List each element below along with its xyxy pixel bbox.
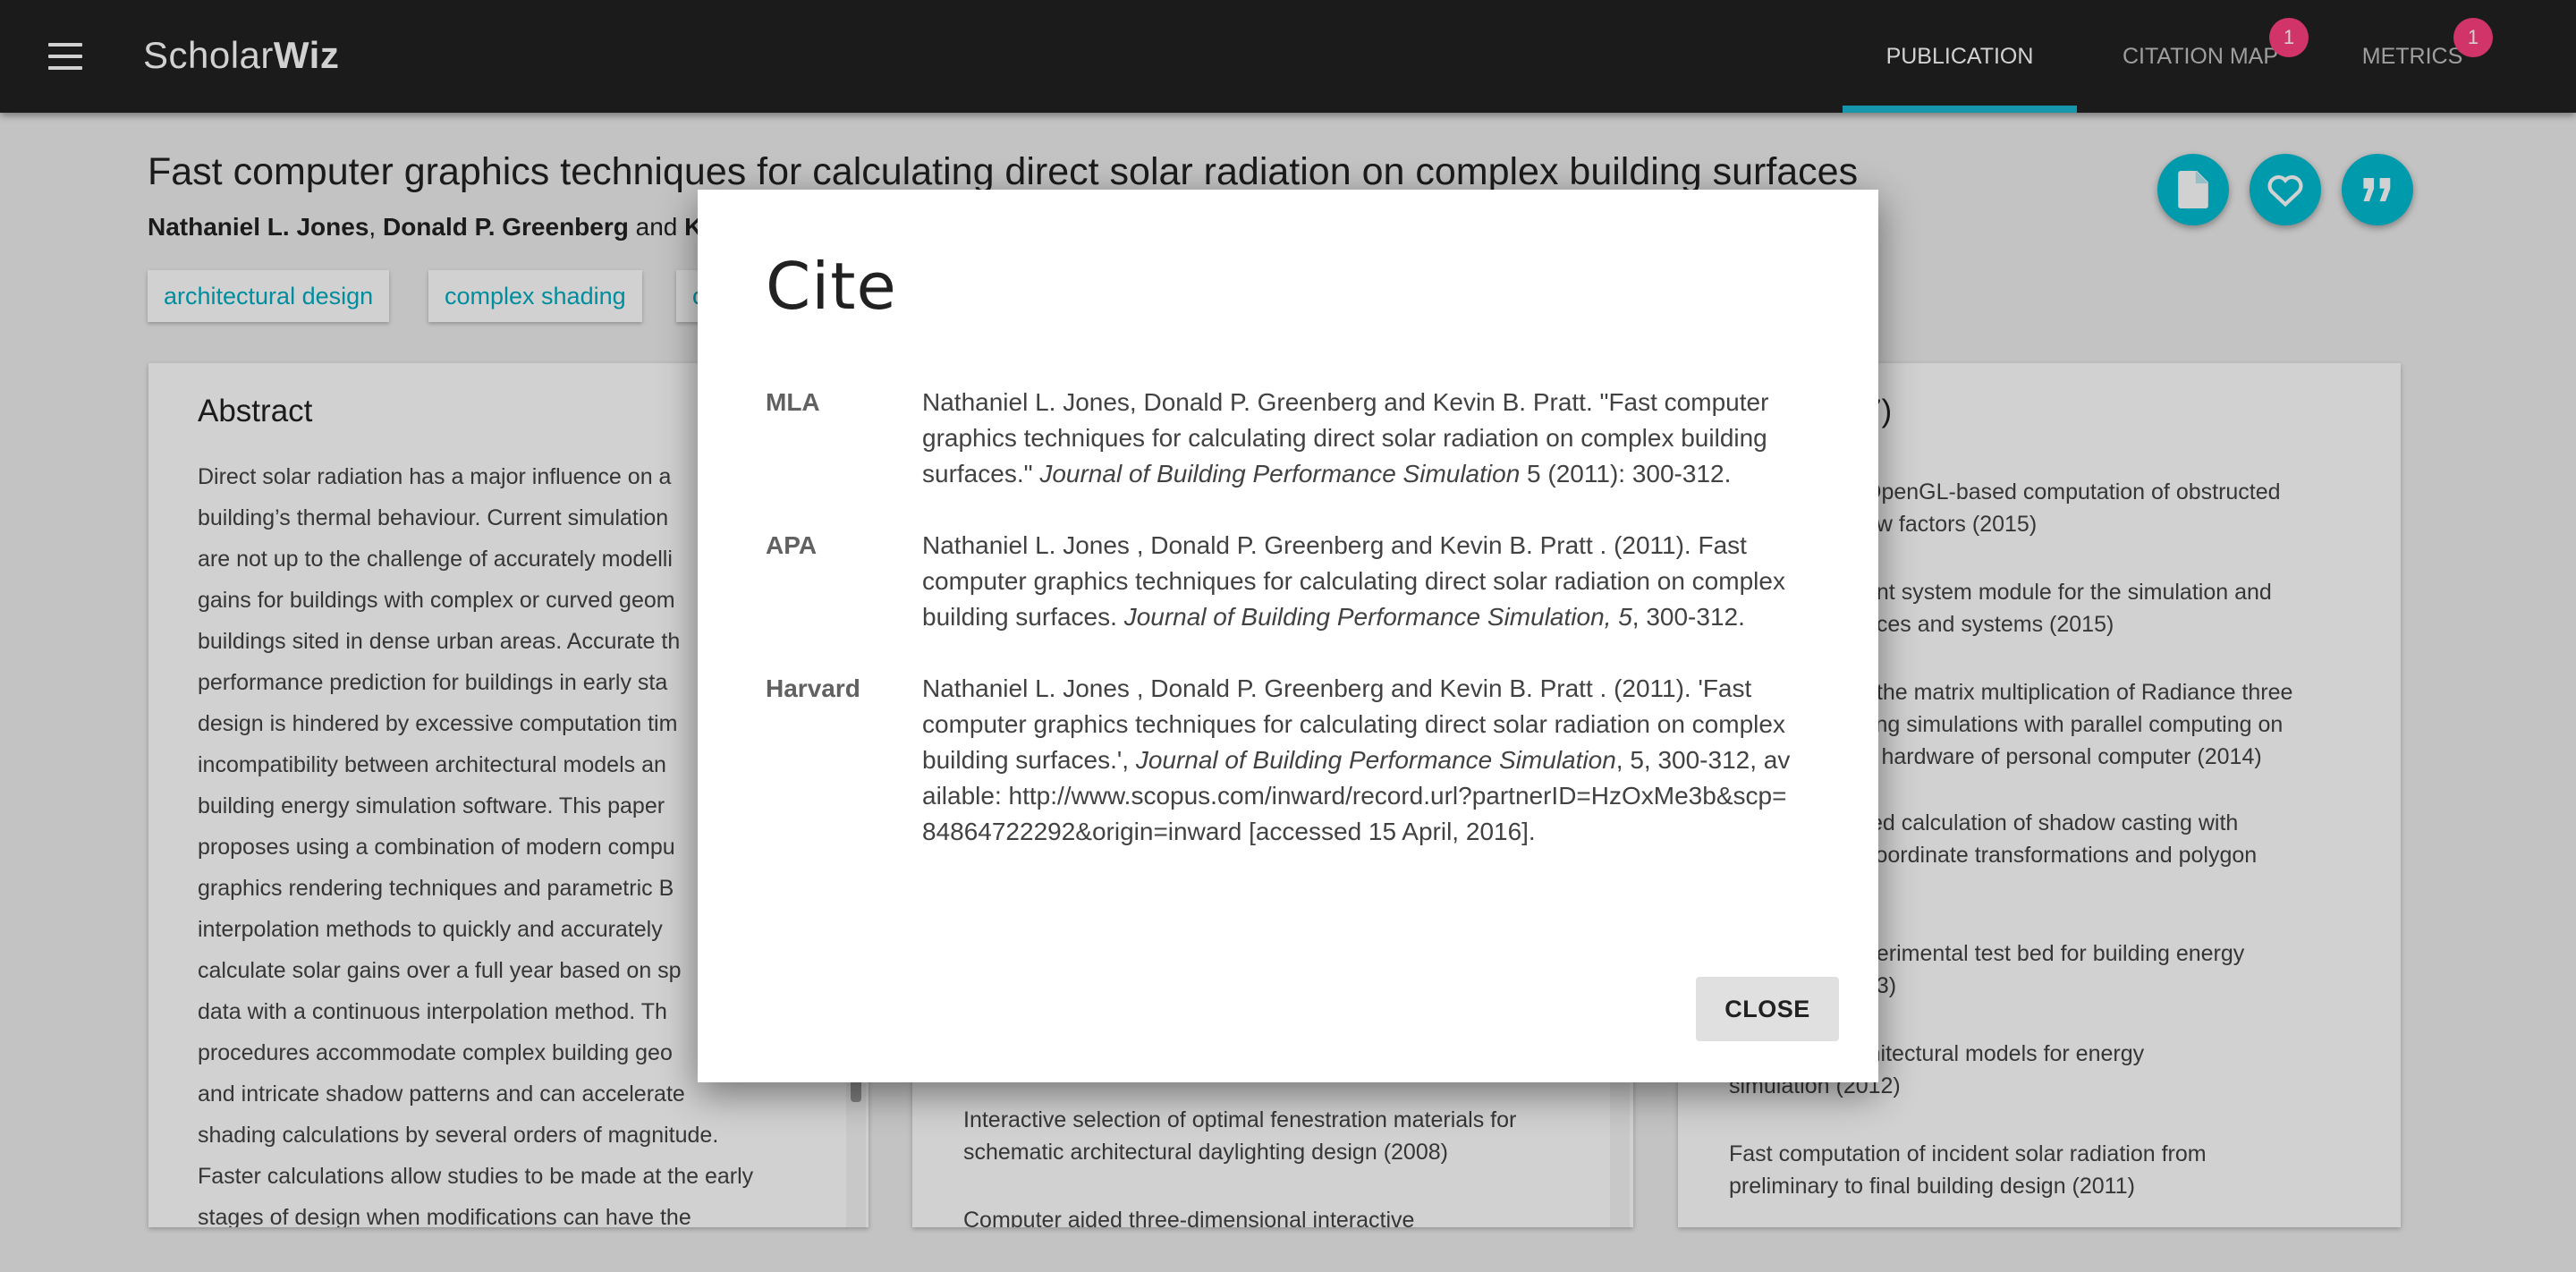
journal-name: Journal of Building Performance Simulati… <box>1039 460 1521 488</box>
cite-dialog: Cite MLA Nathaniel L. Jones, Donald P. G… <box>698 190 1878 1082</box>
citation-text: , 300-312. <box>1631 603 1745 631</box>
dialog-title: Cite <box>766 249 897 324</box>
mla-label: MLA <box>766 388 820 416</box>
apa-label: APA <box>766 531 818 559</box>
harvard-label: Harvard <box>766 674 860 702</box>
citation-text: 5 (2011): 300-312. <box>1520 460 1732 488</box>
journal-name: Journal of Building Performance Simulati… <box>1135 746 1616 774</box>
apa-citation: Nathaniel L. Jones , Donald P. Greenberg… <box>922 528 1799 635</box>
journal-name: Journal of Building Performance Simulati… <box>1123 603 1632 631</box>
harvard-citation: Nathaniel L. Jones , Donald P. Greenberg… <box>922 671 1799 850</box>
close-button[interactable]: CLOSE <box>1696 977 1839 1041</box>
mla-citation: Nathaniel L. Jones, Donald P. Greenberg … <box>922 385 1799 492</box>
